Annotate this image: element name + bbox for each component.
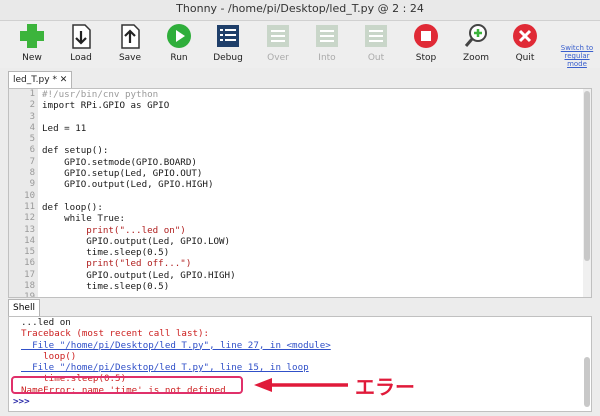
line-number: 14 — [24, 235, 35, 246]
step-into-button[interactable]: Into — [307, 22, 347, 66]
error-highlight-box — [11, 376, 243, 394]
toolbar: New Load Save Run Debug Over Into Out St… — [0, 21, 600, 68]
editor-tabbar: led_T.py * ✕ — [0, 70, 600, 88]
shell-scroll-thumb[interactable] — [584, 357, 590, 407]
save-icon — [116, 22, 144, 50]
quit-icon — [511, 22, 539, 50]
code-line: #!/usr/bin/cnv python — [42, 89, 159, 100]
stop-icon — [412, 22, 440, 50]
code-line: print("...led on") — [42, 224, 186, 236]
new-button[interactable]: New — [12, 22, 52, 66]
line-number-gutter: 1 2 3 4 5 6 7 8 9 10 11 12 13 14 15 16 1… — [9, 89, 38, 297]
line-number: 10 — [24, 190, 35, 201]
step-over-icon — [264, 22, 292, 50]
tab-led-t-py[interactable]: led_T.py * ✕ — [8, 71, 73, 88]
code-line: time.sleep(0.5) — [42, 281, 170, 293]
code-line: while True: — [42, 213, 125, 225]
code-line: import RPi.GPIO as GPIO — [42, 100, 170, 112]
line-number: 7 — [29, 156, 35, 167]
line-number: 1 — [29, 89, 35, 99]
window-title: Thonny - /home/pi/Desktop/led_T.py @ 2 :… — [176, 2, 424, 15]
code-line: GPIO.output(Led, GPIO.HIGH) — [42, 179, 214, 191]
line-number: 17 — [24, 269, 35, 280]
tab-shell[interactable]: Shell — [8, 299, 40, 316]
stop-button[interactable]: Stop — [406, 22, 446, 66]
line-number: 11 — [24, 201, 35, 212]
line-number: 3 — [29, 111, 35, 122]
code-line: GPIO.setup(Led, GPIO.OUT) — [42, 168, 203, 180]
run-icon — [165, 22, 193, 50]
title-bar: Thonny - /home/pi/Desktop/led_T.py @ 2 :… — [0, 0, 600, 21]
switch-mode-link[interactable]: Switch to regular mode — [556, 44, 598, 68]
code-line: GPIO.setmode(GPIO.BOARD) — [42, 156, 197, 168]
step-out-icon — [362, 22, 390, 50]
code-line: print("led off...") — [42, 258, 192, 270]
shell-line: loop() — [21, 350, 77, 362]
line-number: 8 — [29, 168, 35, 179]
step-over-button[interactable]: Over — [258, 22, 298, 66]
line-number: 12 — [24, 213, 35, 224]
line-number: 15 — [24, 247, 35, 258]
code-line: time.sleep(0.5) — [42, 247, 170, 259]
shell-line: ...led on — [21, 317, 71, 328]
line-number: 16 — [24, 258, 35, 269]
code-line: Led = 11 — [42, 122, 87, 134]
step-into-icon — [313, 22, 341, 50]
annotation-label: エラー — [355, 375, 415, 399]
shell-tabbar: Shell — [0, 298, 600, 316]
run-button[interactable]: Run — [159, 22, 199, 66]
save-button[interactable]: Save — [110, 22, 150, 66]
shell-line: Traceback (most recent call last): — [21, 328, 210, 340]
line-number: 9 — [29, 179, 35, 190]
step-out-button[interactable]: Out — [356, 22, 396, 66]
zoom-icon — [462, 22, 490, 50]
shell-panel[interactable]: ...led on Traceback (most recent call la… — [8, 316, 592, 412]
line-number: 5 — [29, 134, 35, 145]
code-line: GPIO.output(Led, GPIO.HIGH) — [42, 269, 236, 281]
line-number: 6 — [29, 145, 35, 156]
debug-icon — [214, 22, 242, 50]
editor-scroll-thumb[interactable] — [584, 91, 590, 261]
arrow-icon — [252, 377, 352, 397]
new-icon — [18, 22, 46, 50]
code-line: def loop(): — [42, 201, 103, 213]
editor-scrollbar[interactable] — [583, 89, 591, 297]
traceback-link[interactable]: File "/home/pi/Desktop/led_T.py", line 2… — [9, 340, 591, 351]
code-line: GPIO.output(Led, GPIO.LOW) — [42, 235, 231, 247]
code-area[interactable]: #!/usr/bin/cnv python import RPi.GPIO as… — [42, 89, 236, 297]
line-number: 4 — [29, 122, 35, 133]
traceback-link[interactable]: File "/home/pi/Desktop/led_T.py", line 1… — [9, 362, 591, 373]
line-number: 2 — [29, 100, 35, 111]
load-button[interactable]: Load — [61, 22, 101, 66]
code-line: def setup(): — [42, 145, 109, 157]
line-number: 18 — [24, 281, 35, 292]
quit-button[interactable]: Quit — [505, 22, 545, 66]
zoom-button[interactable]: Zoom — [456, 22, 496, 66]
shell-prompt[interactable]: >>> — [9, 396, 591, 407]
debug-button[interactable]: Debug — [208, 22, 248, 66]
code-editor[interactable]: 1 2 3 4 5 6 7 8 9 10 11 12 13 14 15 16 1… — [8, 88, 592, 298]
line-number: 13 — [24, 224, 35, 235]
load-icon — [67, 22, 95, 50]
